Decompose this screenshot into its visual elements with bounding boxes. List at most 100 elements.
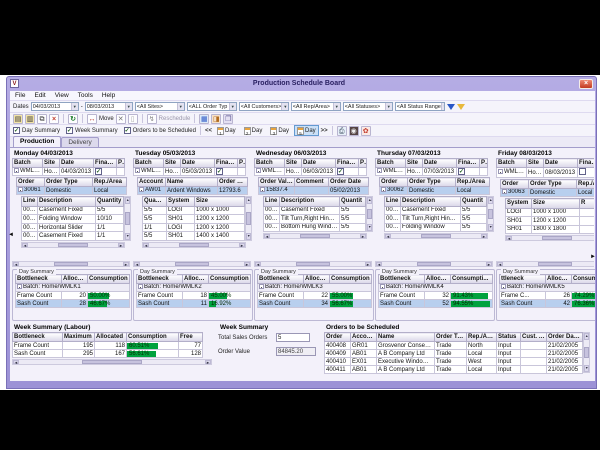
- batch-id[interactable]: WMLK2: [134, 168, 164, 176]
- cell[interactable]: Domestic: [529, 189, 577, 197]
- scroll-right-icon[interactable]: ►: [239, 243, 245, 247]
- finalised-checkbox[interactable]: ✓: [94, 168, 117, 176]
- allocated-value[interactable]: 34: [304, 300, 330, 308]
- cell[interactable]: Executive Windows & Cons: [377, 358, 435, 366]
- scroll-right-icon[interactable]: ►: [118, 243, 124, 247]
- allocated-value[interactable]: 18: [183, 292, 209, 300]
- finalised-checkbox[interactable]: ✓: [457, 168, 480, 176]
- scroll-left-icon[interactable]: ◄: [497, 262, 503, 266]
- cell[interactable]: Casement Fixed: [38, 232, 96, 241]
- cell[interactable]: EX01: [351, 358, 377, 366]
- bottleneck-name[interactable]: Frame Count: [13, 342, 63, 350]
- cell[interactable]: West: [467, 358, 497, 366]
- allocated-value[interactable]: 11: [183, 300, 209, 308]
- cell[interactable]: 1200 x 1200: [532, 217, 580, 225]
- scrollbar-thumb[interactable]: [367, 209, 372, 219]
- scroll-down-icon[interactable]: ▼: [488, 224, 493, 231]
- maximum-value[interactable]: 195: [63, 342, 95, 350]
- filter-combo-5[interactable]: <All Status Range▼: [395, 102, 445, 111]
- cut-icon[interactable]: ✕: [116, 114, 126, 124]
- prev-days-button[interactable]: <<: [205, 128, 212, 134]
- chevron-down-icon[interactable]: ▼: [71, 103, 78, 110]
- print-icon[interactable]: ⎙: [337, 126, 347, 136]
- horizontal-scrollbar[interactable]: ◄►: [142, 242, 246, 248]
- reschedule-icon[interactable]: ↯: [147, 114, 157, 124]
- cell[interactable]: North: [467, 342, 497, 350]
- cell[interactable]: Ardent Windows: [166, 187, 218, 195]
- cell[interactable]: LOGI: [167, 206, 195, 215]
- checkbox[interactable]: [579, 168, 586, 175]
- consumption-cell[interactable]: 56.67%: [330, 300, 372, 308]
- expand-icon[interactable]: [14, 168, 19, 173]
- consumption-cell[interactable]: 74.29%: [572, 292, 596, 300]
- cell[interactable]: 0001: [22, 206, 38, 215]
- cell[interactable]: Input: [497, 366, 521, 374]
- chevron-down-icon[interactable]: ▼: [177, 103, 184, 110]
- order-value-field[interactable]: 84845.20: [276, 347, 316, 356]
- cell[interactable]: Local: [456, 187, 490, 195]
- cell[interactable]: 5/5: [143, 232, 167, 241]
- menu-view[interactable]: View: [55, 92, 69, 99]
- cell[interactable]: [521, 358, 547, 366]
- allocated-value[interactable]: 26: [546, 292, 572, 300]
- cell[interactable]: Tilt Turn,Right Hinged: [280, 215, 340, 223]
- date[interactable]: 05/03/2013: [181, 168, 215, 176]
- scroll-down-icon[interactable]: ▼: [584, 365, 589, 372]
- horizontal-scrollbar[interactable]: ◄►: [254, 261, 372, 267]
- cell[interactable]: 400408: [325, 342, 351, 350]
- cell[interactable]: 12793.6: [218, 187, 248, 195]
- summary-batch-label[interactable]: Batch: Home/WMLK3: [258, 284, 372, 292]
- cell[interactable]: Grosvenor Conservatories: [377, 342, 435, 350]
- scrollbar-thumb[interactable]: [538, 262, 573, 266]
- menu-tools[interactable]: Tools: [78, 92, 93, 99]
- batch-id[interactable]: WMLK5: [497, 168, 527, 178]
- day-range-button-1-day[interactable]: 1Day: [214, 125, 239, 136]
- consumption-cell[interactable]: 56.61%: [127, 350, 179, 358]
- site[interactable]: Home: [285, 168, 302, 176]
- scroll-left-icon[interactable]: ◄: [13, 360, 19, 364]
- scroll-up-icon[interactable]: ▲: [488, 197, 493, 204]
- cell[interactable]: Local: [93, 187, 127, 195]
- delete-icon[interactable]: ×: [49, 114, 59, 124]
- order-id[interactable]: 30063: [501, 189, 529, 197]
- horizontal-scrollbar[interactable]: ◄►: [12, 261, 130, 267]
- copy-icon[interactable]: ⧉: [37, 114, 47, 124]
- horizontal-scrollbar[interactable]: ◄►: [496, 261, 594, 267]
- scrollbar-thumb[interactable]: [421, 234, 452, 238]
- title-bar[interactable]: V Production Schedule Board ×: [7, 77, 596, 90]
- cell[interactable]: Trade: [435, 358, 467, 366]
- finalised-checkbox[interactable]: [578, 168, 595, 178]
- order-id[interactable]: 15837.4: [259, 187, 295, 195]
- scrollbar-thumb[interactable]: [58, 243, 89, 247]
- cell[interactable]: Casement Fixed: [38, 206, 96, 215]
- checkbox[interactable]: ✓: [216, 168, 223, 175]
- menu-file[interactable]: File: [15, 92, 25, 99]
- order-id[interactable]: 30061: [17, 187, 45, 195]
- scroll-left-icon[interactable]: ◄: [143, 243, 149, 247]
- cell[interactable]: [295, 187, 329, 195]
- order-id[interactable]: AW01: [138, 187, 166, 195]
- summary-batch-label[interactable]: Batch: Home/WMLK2: [137, 284, 251, 292]
- day-range-button-2-day[interactable]: 2Day: [241, 125, 266, 136]
- scroll-left-icon[interactable]: ◄: [134, 262, 140, 266]
- cell[interactable]: SH01: [167, 215, 195, 224]
- cell[interactable]: [521, 342, 547, 350]
- allocated-value[interactable]: 167: [95, 350, 127, 358]
- cell[interactable]: LOGI: [167, 223, 195, 232]
- cell[interactable]: 1200 x 1200: [195, 215, 245, 224]
- scroll-down-icon[interactable]: ▼: [367, 224, 372, 231]
- horizontal-scrollbar[interactable]: ◄►: [384, 233, 488, 239]
- maximum-value[interactable]: 295: [63, 350, 95, 358]
- scrollbar-thumb[interactable]: [125, 212, 130, 225]
- cell[interactable]: 0001: [385, 206, 401, 214]
- cell[interactable]: 5/5: [143, 206, 167, 215]
- summary-batch-label[interactable]: Batch: Home/WMLK5: [500, 284, 596, 292]
- summary-batch-label[interactable]: Batch: Home/WMLK4: [379, 284, 493, 292]
- checkbox[interactable]: ✓: [13, 127, 20, 134]
- horizontal-scrollbar[interactable]: ◄►: [133, 261, 251, 267]
- new-batch-icon[interactable]: ▤: [13, 114, 23, 124]
- consumption-cell[interactable]: 55.00%: [330, 292, 372, 300]
- expand-icon[interactable]: [139, 187, 144, 192]
- filter-combo-2[interactable]: <All Customers>▼: [239, 102, 289, 111]
- cell[interactable]: Local: [577, 189, 595, 197]
